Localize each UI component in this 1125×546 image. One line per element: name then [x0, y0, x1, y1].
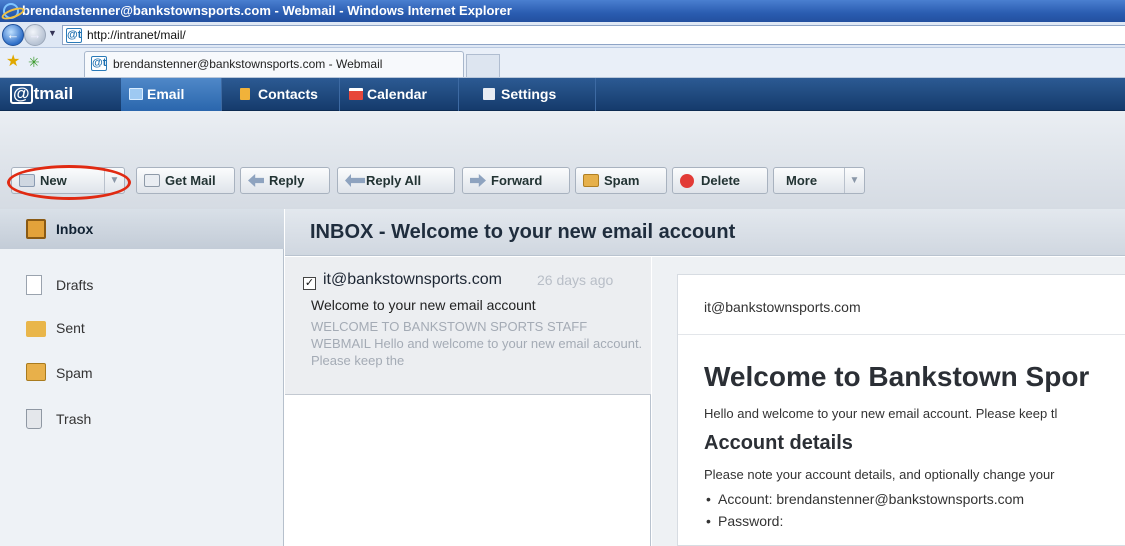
spam-button[interactable]: Spam [575, 167, 667, 194]
nav-tab-calendar[interactable]: Calendar [341, 78, 459, 111]
message-preview: WELCOME TO BANKSTOWN SPORTS STAFF WEBMAI… [311, 319, 643, 368]
address-bar-row: ← → ▼ @t http://intranet/mail/ [0, 22, 1125, 48]
folder-trash[interactable]: Trash [0, 399, 284, 439]
reply-all-button[interactable]: Reply All [337, 167, 455, 194]
forward-arrow-icon [470, 174, 486, 187]
atmail-logo[interactable]: @ tmail [10, 83, 73, 105]
folder-drafts[interactable]: Drafts [0, 265, 284, 305]
inbox-header: INBOX - Welcome to your new email accoun… [285, 209, 1125, 256]
preview-list-item: Account: brendanstenner@bankstownsports.… [706, 491, 1024, 507]
forward-nav-button[interactable]: → [24, 24, 46, 46]
window-title-bar: brendanstenner@bankstownsports.com - Web… [0, 0, 1125, 22]
folder-inbox[interactable]: Inbox [0, 209, 284, 249]
new-tab-button[interactable] [466, 54, 500, 77]
sent-icon [26, 321, 46, 337]
message-sender: it@bankstownsports.com [323, 271, 502, 288]
get-mail-button[interactable]: Get Mail [136, 167, 235, 194]
delete-button[interactable]: Delete [672, 167, 768, 194]
folder-pane: Inbox Drafts Sent Spam Trash [0, 209, 284, 546]
preview-section-heading: Account details [704, 432, 853, 454]
spam-icon [583, 174, 599, 187]
favorites-bar: ★ ✳ @t brendanstenner@bankstownsports.co… [0, 48, 1125, 78]
address-field[interactable]: @t http://intranet/mail/ [62, 25, 1125, 45]
address-url: http://intranet/mail/ [87, 28, 186, 42]
message-list: ✓ it@bankstownsports.com 26 days ago Wel… [285, 257, 651, 546]
compose-icon [19, 174, 35, 187]
history-dropdown-icon[interactable]: ▼ [48, 28, 57, 38]
reply-arrow-icon [248, 174, 264, 187]
window-title: brendanstenner@bankstownsports.com - Web… [22, 3, 512, 18]
settings-icon [483, 88, 495, 100]
new-dropdown-icon[interactable]: ▼ [104, 168, 124, 193]
internet-explorer-icon [3, 3, 19, 19]
preview-sender: it@bankstownsports.com [704, 299, 861, 315]
favorites-star-icon[interactable]: ★ [6, 54, 20, 70]
folder-spam[interactable]: Spam [0, 353, 284, 393]
preview-list-item: Password: [706, 513, 783, 529]
preview-title: Welcome to Bankstown Spor [704, 361, 1090, 392]
tab-favicon-icon: @t [91, 56, 107, 71]
more-dropdown-icon[interactable]: ▼ [844, 168, 864, 193]
site-favicon-icon: @t [66, 28, 82, 43]
nav-tab-contacts[interactable]: Contacts [232, 78, 340, 111]
message-row[interactable]: ✓ it@bankstownsports.com 26 days ago Wel… [285, 257, 651, 395]
tab-title: brendanstenner@bankstownsports.com - Web… [113, 57, 383, 71]
envelope-icon [129, 88, 143, 100]
inbox-icon [26, 219, 46, 239]
delete-icon [680, 174, 694, 188]
calendar-icon [349, 88, 363, 100]
new-button[interactable]: New ▼ [11, 167, 125, 194]
mail-download-icon [144, 174, 160, 187]
preview-note: Please note your account details, and op… [704, 467, 1055, 482]
mail-toolbar-buttons: New ▼ Get Mail Reply Reply All Forward S… [0, 111, 1125, 209]
preview-divider [678, 334, 1125, 335]
nav-tab-settings[interactable]: Settings [475, 78, 596, 111]
preview-intro: Hello and welcome to your new email acco… [704, 406, 1058, 421]
message-date: 26 days ago [537, 272, 614, 288]
reply-button[interactable]: Reply [240, 167, 330, 194]
message-preview-pane: it@bankstownsports.com Welcome to Bankst… [677, 274, 1125, 546]
folder-sent[interactable]: Sent [0, 308, 284, 348]
more-button[interactable]: More ▼ [773, 167, 865, 194]
forward-button[interactable]: Forward [462, 167, 570, 194]
message-checkbox[interactable]: ✓ [303, 277, 316, 290]
app-navigation: @ tmail Email Contacts Calendar Settings [0, 78, 1125, 111]
add-favorite-icon[interactable]: ✳ [28, 54, 40, 70]
spam-folder-icon [26, 363, 46, 381]
nav-tab-email[interactable]: Email [121, 78, 222, 111]
message-subject: Welcome to your new email account [311, 297, 536, 313]
drafts-icon [26, 275, 42, 295]
trash-icon [26, 409, 42, 429]
address-book-icon [240, 88, 250, 100]
back-button[interactable]: ← [2, 24, 24, 46]
reply-all-arrow-icon [345, 174, 365, 187]
browser-tab[interactable]: @t brendanstenner@bankstownsports.com - … [84, 51, 464, 77]
